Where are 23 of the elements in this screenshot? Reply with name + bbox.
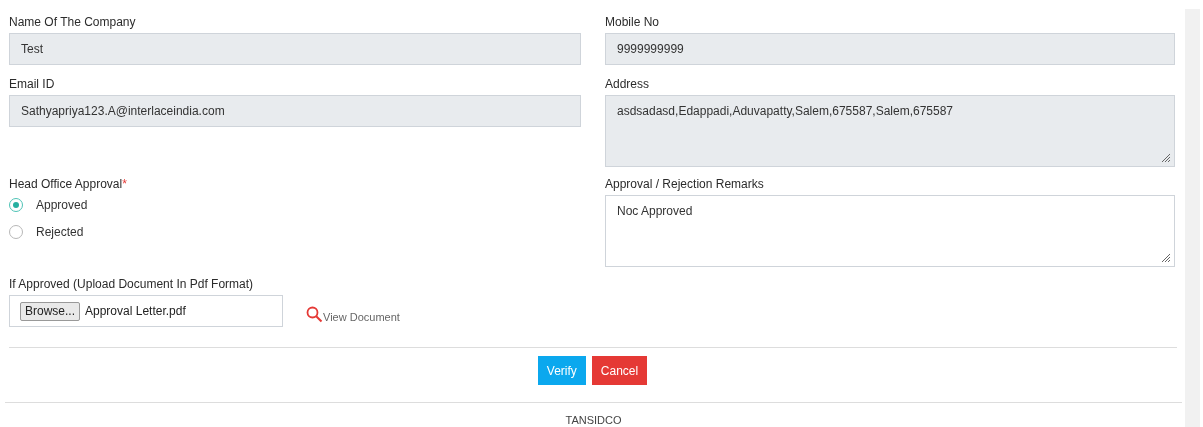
text-area[interactable]: asdsadasd,Edappadi,Aduvapatty,Salem,675587,Salem,675587 <box>605 95 1175 167</box>
input-field[interactable]: Sathyapriya123.A@interlaceindia.com <box>9 95 581 127</box>
cancel-button[interactable]: Cancel <box>591 356 648 385</box>
radio-option[interactable]: Rejected <box>9 222 84 242</box>
file-input[interactable]: Browse... Approval Letter.pdf <box>9 295 283 327</box>
field-label: Head Office Approval* <box>9 177 127 191</box>
resize-grip-icon[interactable] <box>1161 253 1171 263</box>
resize-grip-icon[interactable] <box>1161 153 1171 163</box>
search-icon <box>306 306 323 323</box>
view-document-link[interactable]: View Document <box>306 306 400 323</box>
field-label: Approval / Rejection Remarks <box>605 177 764 191</box>
input-field[interactable]: Test <box>9 33 581 65</box>
field-label: Name Of The Company <box>9 15 136 29</box>
text-area[interactable]: Noc Approved <box>605 195 1175 267</box>
field-label: Address <box>605 77 650 91</box>
input-field[interactable]: 9999999999 <box>605 33 1175 65</box>
browse-button[interactable]: Browse... <box>20 301 80 321</box>
field-label: Mobile No <box>605 15 660 29</box>
field-label: If Approved (Upload Document In Pdf Format) <box>9 277 254 291</box>
radio-option[interactable]: Approved <box>9 195 88 215</box>
file-name: Approval Letter.pdf <box>85 304 186 318</box>
footer-text: TANSIDCO <box>565 414 622 426</box>
field-label: Email ID <box>9 77 55 91</box>
